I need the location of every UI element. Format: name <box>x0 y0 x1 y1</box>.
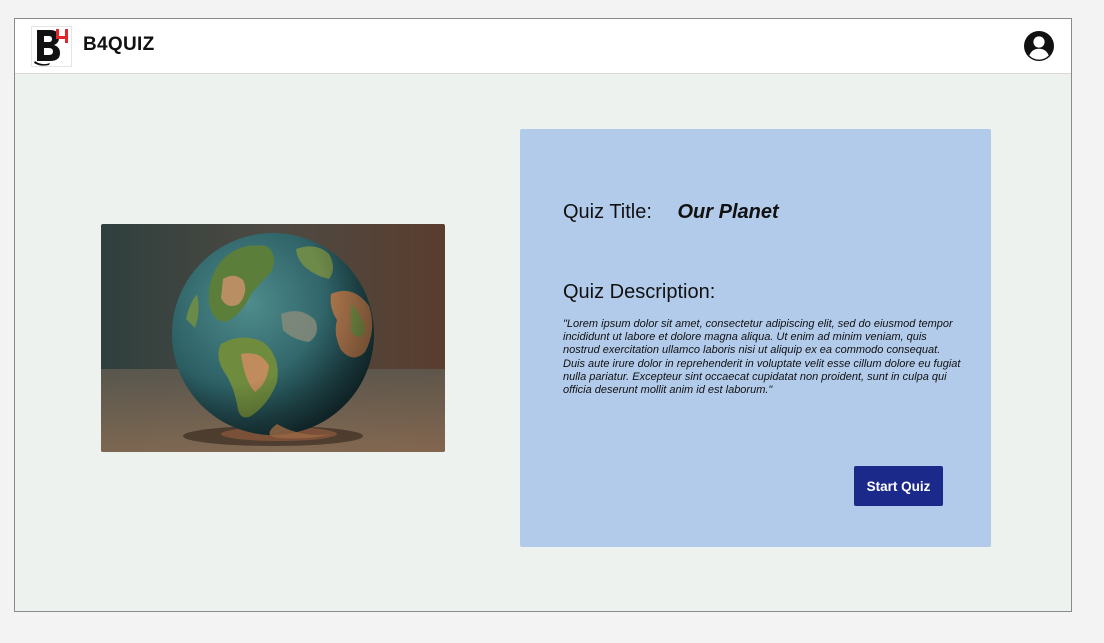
app-window: B4QUIZ Quiz Title: Our Planet Quiz Descr… <box>14 18 1072 612</box>
top-navbar: B4QUIZ <box>15 19 1071 74</box>
b4-logo-icon <box>34 29 68 66</box>
quiz-title-value: Our Planet <box>677 201 779 223</box>
quiz-title-label: Quiz Title: <box>563 201 652 223</box>
account-circle-icon[interactable] <box>1023 30 1055 62</box>
quiz-description-label: Quiz Description: <box>563 281 716 303</box>
globe-image <box>101 224 445 452</box>
brand-name: B4QUIZ <box>83 34 155 55</box>
quiz-info-card: Quiz Title: Our Planet Quiz Description:… <box>520 129 991 547</box>
start-quiz-button[interactable]: Start Quiz <box>854 466 943 506</box>
b4-logo[interactable] <box>31 26 72 67</box>
quiz-description-text: "Lorem ipsum dolor sit amet, consectetur… <box>563 318 961 397</box>
quiz-title-row: Quiz Title: Our Planet <box>563 201 779 224</box>
